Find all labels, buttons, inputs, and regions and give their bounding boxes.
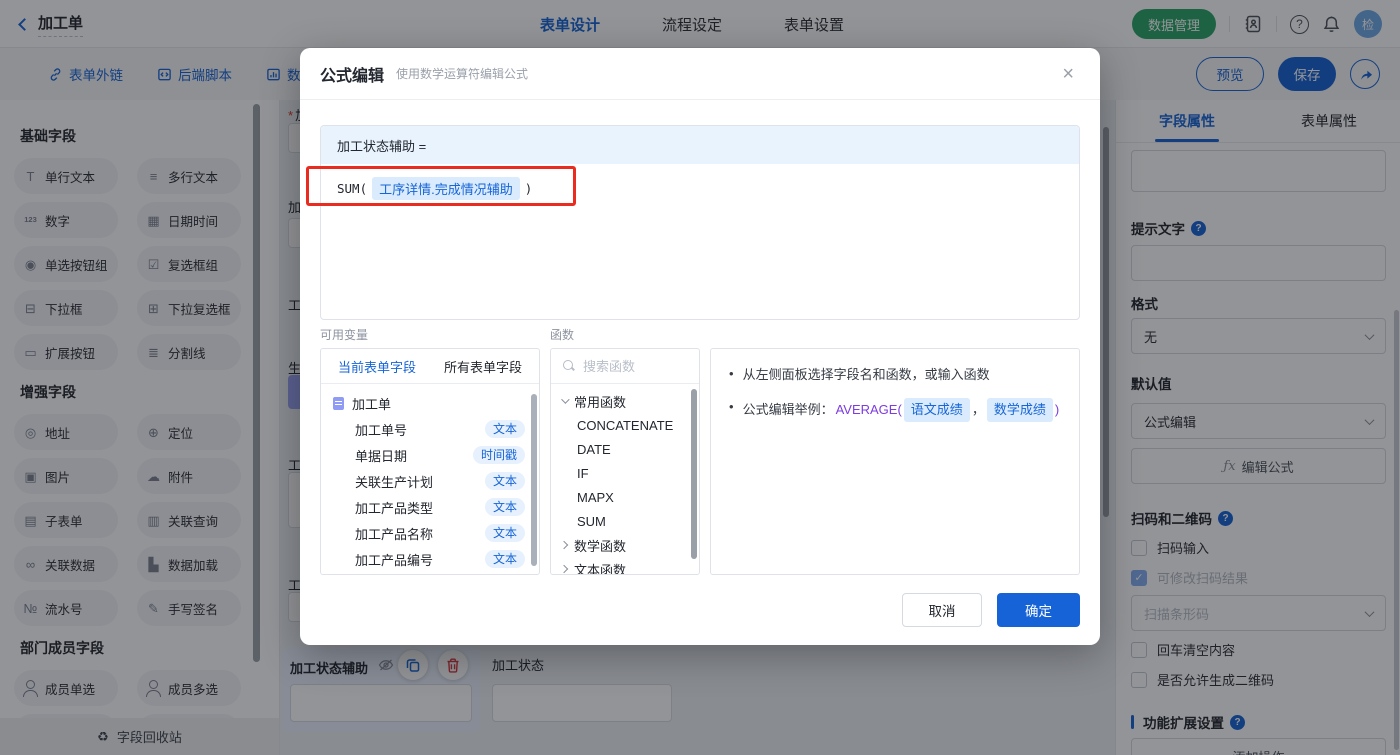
chevron-right-icon	[559, 564, 569, 574]
variable-field-name: 加工产品名称	[355, 526, 434, 542]
variable-field-name: 关联生产计划	[355, 474, 434, 490]
confirm-button[interactable]: 确定	[997, 593, 1080, 627]
function-item-DATE[interactable]: DATE	[551, 437, 699, 461]
variable-field-row[interactable]: 单据日期 时间戳	[321, 442, 539, 468]
variable-field-type-badge: 文本	[484, 498, 525, 516]
functions-box: 常用函数 CONCATENATEDATEIFMAPXSUM 数学函数文本函数	[550, 348, 700, 575]
function-group-数学函数[interactable]: 数学函数	[551, 533, 699, 557]
variable-field-type-badge: 文本	[484, 420, 525, 438]
function-group-文本函数[interactable]: 文本函数	[551, 557, 699, 575]
formula-help-box: • 从左侧面板选择字段名和函数，或输入函数 • 公式编辑举例： AVERAGE( …	[710, 348, 1080, 575]
variables-tab-当前表单字段[interactable]: 当前表单字段	[338, 357, 416, 376]
variable-field-row[interactable]: 加工单号 文本	[321, 416, 539, 442]
variables-tab-所有表单字段[interactable]: 所有表单字段	[444, 357, 522, 376]
bullet: •	[729, 399, 734, 415]
function-group-label: 常用函数	[574, 394, 627, 410]
function-item-MAPX[interactable]: MAPX	[551, 485, 699, 509]
example-field-token: 数学成绩	[986, 398, 1053, 423]
help-line-2: • 公式编辑举例： AVERAGE( 语文成绩 ， 数学成绩 )	[729, 398, 1061, 423]
help-line-1: • 从左侧面板选择字段名和函数，或输入函数	[729, 365, 1061, 385]
function-item-SUM[interactable]: SUM	[551, 509, 699, 533]
chevron-down-icon	[561, 395, 570, 404]
variable-field-name: 加工产品类型	[355, 500, 434, 516]
search-icon	[563, 360, 575, 372]
chevron-right-icon	[559, 540, 569, 550]
function-item-IF[interactable]: IF	[551, 461, 699, 485]
variable-field-name: 单据日期	[355, 448, 408, 464]
variable-field-name: 加工产品编号	[355, 552, 434, 568]
variable-field-type-badge: 文本	[484, 550, 525, 568]
function-group-label: 文本函数	[574, 562, 627, 575]
variable-field-type-badge: 时间戳	[472, 446, 525, 464]
modal-header: 公式编辑 使用数学运算符编辑公式	[300, 48, 1100, 100]
variable-field-type-badge: 文本	[484, 524, 525, 542]
variables-field-list: 加工单号 文本 单据日期 时间戳 关联生产计划 文本 加工产品类型 文本 加工产品名称 文本 加工产…	[321, 416, 539, 572]
modal-title: 公式编辑	[320, 67, 385, 85]
function-search-input[interactable]	[583, 358, 683, 374]
variable-field-row[interactable]: 加工产品类型 文本	[321, 494, 539, 520]
variable-field-row[interactable]: 加工产品名称 文本	[321, 520, 539, 546]
variables-label: 可用变量	[320, 328, 369, 342]
formula-target: 加工状态辅助 =	[321, 126, 1079, 164]
formula-expression[interactable]: SUM( 工序详情.完成情况辅助 )	[321, 164, 1079, 213]
function-group-label: 数学函数	[574, 538, 627, 554]
modal-subtitle: 使用数学运算符编辑公式	[396, 67, 529, 81]
function-list: 常用函数 CONCATENATE DATE IF MAPX SUM 数学函数文本函数	[551, 384, 699, 575]
variable-field-name: 加工单号	[355, 422, 408, 438]
app-root: 加工单 表单设计 流程设定 表单设置 数据管理 ? 检 表单外链 后端脚本 预览…	[0, 0, 1400, 755]
cancel-button[interactable]: 取消	[902, 593, 982, 627]
bullet: •	[729, 366, 734, 381]
functions-label: 函数	[550, 328, 575, 342]
formula-editor-box[interactable]: 加工状态辅助 = SUM( 工序详情.完成情况辅助 )	[320, 125, 1080, 320]
variables-tabs: 当前表单字段 所有表单字段	[321, 349, 539, 384]
functions-scrollbar[interactable]	[691, 389, 697, 559]
formula-close-paren: )	[524, 181, 533, 196]
variable-field-row[interactable]: 加工产品编号 文本	[321, 546, 539, 572]
example-field-token: 语文成绩	[903, 398, 970, 423]
variables-box: 当前表单字段 所有表单字段 加工单 加工单号 文本 单据日期 时间戳 关联生产计划 文本 加工…	[320, 348, 540, 575]
function-group-常用函数[interactable]: 常用函数	[551, 389, 699, 413]
function-item-CONCATENATE[interactable]: CONCATENATE	[551, 413, 699, 437]
formula-field-token[interactable]: 工序详情.完成情况辅助	[372, 177, 520, 200]
variable-field-row[interactable]: 关联生产计划 文本	[321, 468, 539, 494]
variable-field-type-badge: 文本	[484, 472, 525, 490]
close-icon[interactable]: ×	[1058, 60, 1078, 88]
formula-editor-modal: 公式编辑 使用数学运算符编辑公式 × 加工状态辅助 = SUM( 工序详情.完成…	[300, 48, 1100, 645]
form-doc-icon	[333, 396, 344, 410]
variables-scrollbar[interactable]	[531, 394, 537, 566]
formula-function-name: SUM(	[337, 181, 368, 196]
variables-root-node[interactable]: 加工单	[321, 390, 539, 416]
function-search[interactable]	[551, 349, 699, 384]
